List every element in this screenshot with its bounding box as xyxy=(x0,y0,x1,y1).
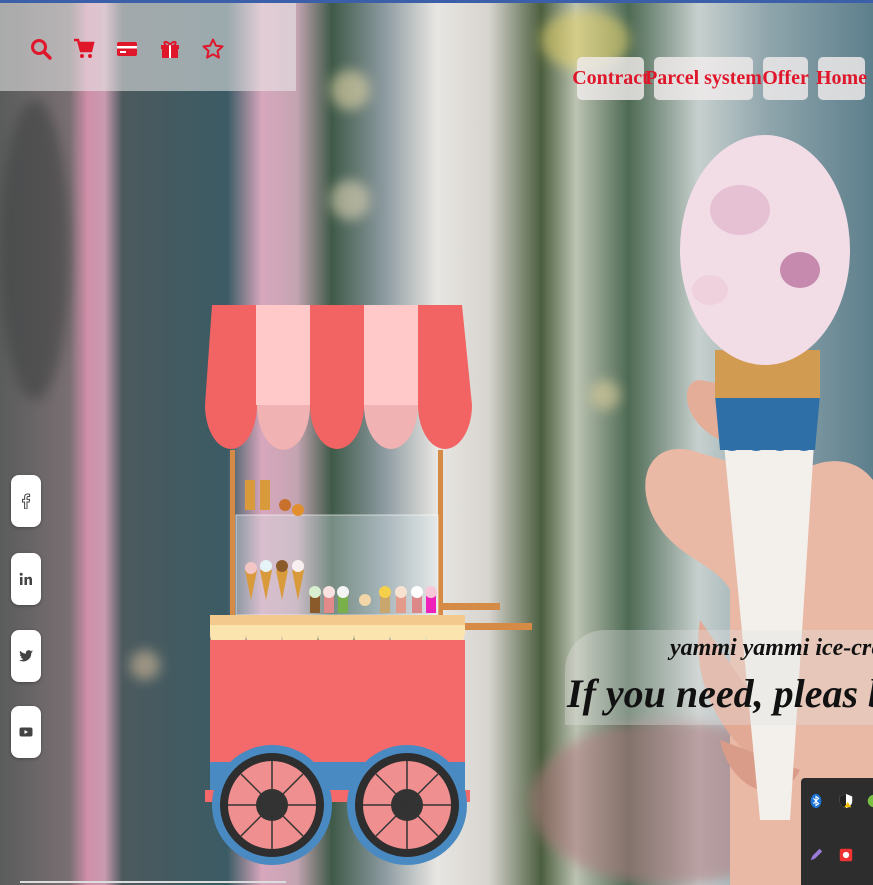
system-tray-popup xyxy=(801,778,873,885)
gift-icon[interactable] xyxy=(157,35,183,63)
security-shield-icon[interactable] xyxy=(837,792,855,810)
status-icon[interactable] xyxy=(865,792,873,810)
record-icon[interactable] xyxy=(837,846,855,864)
star-icon[interactable] xyxy=(200,35,226,63)
bluetooth-icon[interactable] xyxy=(807,792,825,810)
ice-cream-cone-hand-image xyxy=(645,135,873,885)
tagline-large-text: If you need, pleas bye and t xyxy=(567,671,873,716)
facebook-icon[interactable] xyxy=(11,475,41,527)
nav-offer-button[interactable]: Offer xyxy=(762,57,809,100)
nav-contract-button[interactable]: Contract xyxy=(572,57,649,100)
search-icon[interactable] xyxy=(28,35,54,63)
linkedin-icon[interactable] xyxy=(11,553,41,605)
scroll-indicator xyxy=(20,881,286,883)
pen-icon[interactable] xyxy=(807,846,825,864)
ice-cream-cart-image xyxy=(205,305,532,865)
cart-icon[interactable] xyxy=(71,35,97,63)
twitter-icon[interactable] xyxy=(11,630,41,682)
credit-card-icon[interactable] xyxy=(114,35,140,63)
youtube-icon[interactable] xyxy=(11,706,41,758)
hero-tagline-box: yammi yammi ice-cream If you need, pleas… xyxy=(565,630,873,725)
tagline-small-text: yammi yammi ice-cream xyxy=(670,635,873,661)
nav-parcel-system-button[interactable]: Parcel system xyxy=(645,57,762,100)
nav-home-button[interactable]: Home xyxy=(816,57,867,100)
